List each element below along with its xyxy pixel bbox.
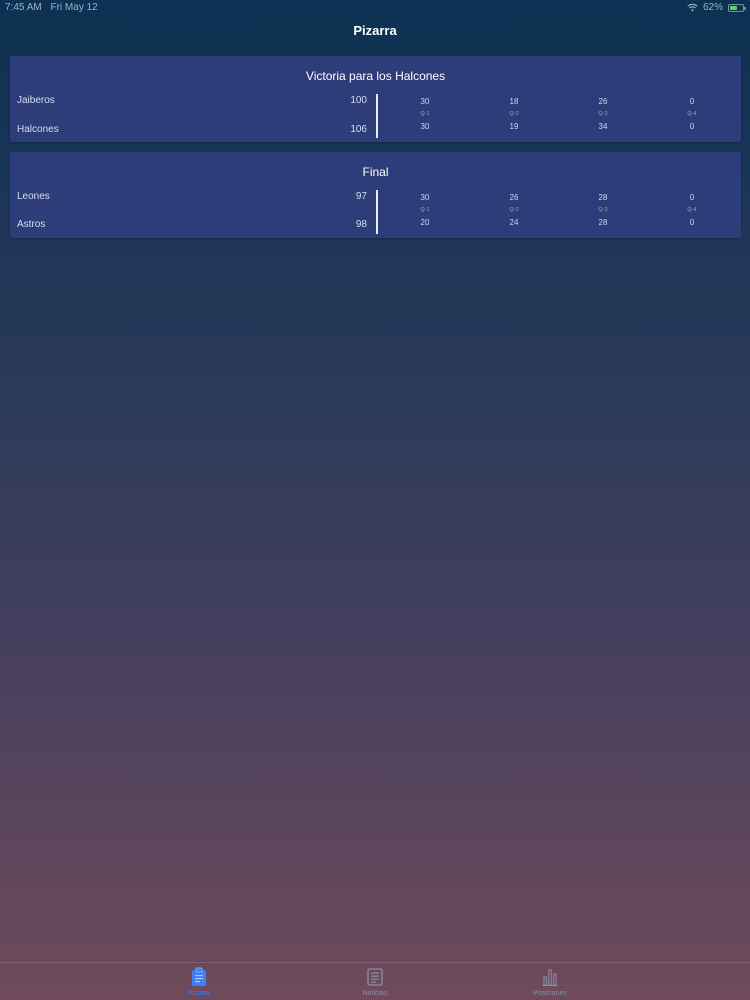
team-name: Halcones (17, 124, 59, 135)
battery-fill (730, 5, 738, 10)
tab-label: Pizarra (187, 990, 211, 997)
quarter-score: 24 (509, 218, 519, 227)
newspaper-icon (367, 968, 383, 986)
team-score: 98 (355, 219, 367, 230)
tab-posiciones[interactable]: Posiciones (490, 967, 610, 997)
team-name: Leones (17, 191, 50, 202)
quarter-score: 0 (689, 218, 695, 227)
game-title: Final (362, 165, 389, 179)
quarter-score: 19 (509, 122, 519, 131)
team-score: 97 (355, 191, 367, 202)
quarter-label: Q-1 (420, 111, 430, 117)
wifi-icon (687, 3, 698, 12)
battery-icon (728, 3, 746, 12)
tab-pizarra[interactable]: Pizarra (139, 967, 259, 997)
status-date: Fri May 12 (50, 2, 98, 13)
quarter-score: 28 (598, 193, 608, 202)
clipboard-icon (192, 967, 206, 986)
tab-bar: Pizarra Noticias Posiciones (0, 962, 750, 1000)
game-card[interactable]: Victoria para los Halcones Jaiberos 100 … (10, 56, 741, 142)
score-divider (376, 190, 378, 234)
quarter-score: 30 (420, 122, 430, 131)
quarter-score: 34 (598, 122, 608, 131)
game-title: Victoria para los Halcones (305, 69, 446, 83)
team-name: Astros (17, 219, 46, 230)
tab-noticias[interactable]: Noticias (315, 967, 435, 997)
status-bar: 7:45 AM Fri May 12 62% (0, 0, 750, 16)
quarter-score: 30 (420, 97, 430, 106)
quarter-label: Q-3 (598, 111, 608, 117)
tab-label: Posiciones (533, 990, 567, 997)
page-title: Pizarra (353, 23, 397, 38)
quarter-label: Q-4 (687, 207, 697, 213)
quarter-score: 30 (420, 193, 430, 202)
quarter-label: Q-3 (598, 207, 608, 213)
quarter-label: Q-1 (420, 207, 430, 213)
quarter-score: 26 (509, 193, 519, 202)
quarter-score: 28 (598, 218, 608, 227)
team-score: 100 (350, 95, 367, 106)
quarter-score: 0 (689, 122, 695, 131)
game-card[interactable]: Final Leones 97 Astros 98 30 Q-1 20 26 Q… (10, 152, 741, 238)
team-score: 106 (350, 124, 367, 135)
quarter-label: Q-2 (509, 207, 519, 213)
tab-label: Noticias (362, 990, 388, 997)
quarter-score: 0 (689, 193, 695, 202)
quarter-score: 18 (509, 97, 519, 106)
quarter-label: Q-4 (687, 111, 697, 117)
team-name: Jaiberos (17, 95, 55, 106)
quarter-score: 26 (598, 97, 608, 106)
quarter-label: Q-2 (509, 111, 519, 117)
quarter-score: 20 (420, 218, 430, 227)
status-right: 62% (687, 2, 746, 13)
status-time: 7:45 AM (5, 2, 42, 13)
battery-percent: 62% (702, 2, 723, 13)
score-divider (376, 94, 378, 138)
bar-chart-icon (542, 969, 558, 986)
quarter-score: 0 (689, 97, 695, 106)
status-left: 7:45 AM Fri May 12 (5, 2, 98, 13)
